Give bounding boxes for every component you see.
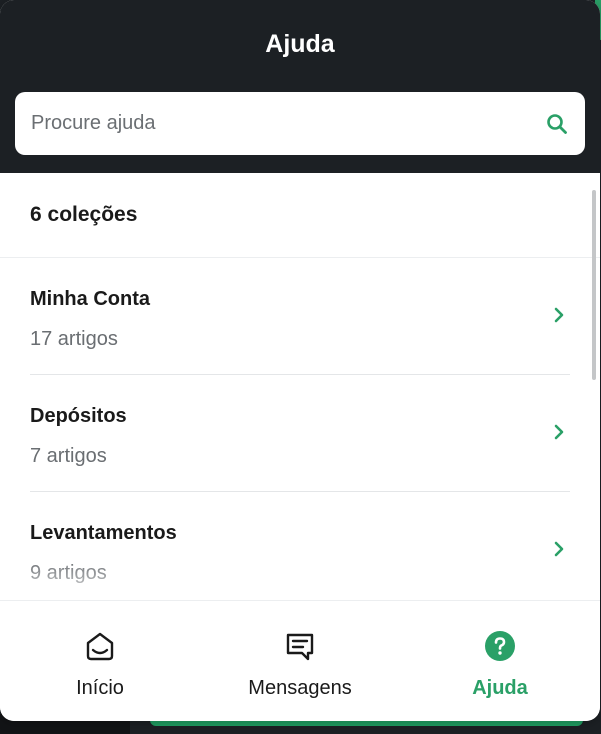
collection-item[interactable]: Depósitos 7 artigos xyxy=(30,375,570,492)
help-icon xyxy=(483,629,517,663)
home-icon xyxy=(83,629,117,663)
scrollbar[interactable] xyxy=(592,190,596,380)
chevron-right-icon xyxy=(552,423,566,441)
header: Ajuda xyxy=(0,0,600,173)
nav-item-home[interactable]: Início xyxy=(0,601,200,721)
collection-name: Levantamentos xyxy=(30,522,177,544)
search-icon[interactable] xyxy=(545,112,569,136)
collection-article-count: 7 artigos xyxy=(30,445,107,467)
search-input[interactable] xyxy=(31,112,545,135)
collection-name: Minha Conta xyxy=(30,288,150,310)
nav-item-help[interactable]: Ajuda xyxy=(400,601,600,721)
collection-item[interactable]: Minha Conta 17 artigos xyxy=(30,258,570,375)
collection-article-count: 9 artigos xyxy=(30,562,107,584)
collections-list: 6 coleções Minha Conta 17 artigos Depósi… xyxy=(0,173,600,600)
chevron-right-icon xyxy=(552,540,566,558)
chevron-right-icon xyxy=(552,306,566,324)
collection-name: Depósitos xyxy=(30,405,127,427)
help-widget: Ajuda 6 coleções Minha Conta 17 artigos … xyxy=(0,0,600,721)
nav-label: Mensagens xyxy=(248,677,352,699)
search-box[interactable] xyxy=(15,92,585,155)
collection-article-count: 17 artigos xyxy=(30,328,118,350)
messages-icon xyxy=(283,629,317,663)
collections-count: 6 coleções xyxy=(0,173,600,258)
nav-label: Ajuda xyxy=(472,677,528,699)
collection-item[interactable]: Levantamentos 9 artigos xyxy=(30,492,570,600)
bottom-nav: Início Mensagens Ajuda xyxy=(0,600,600,721)
nav-item-messages[interactable]: Mensagens xyxy=(200,601,400,721)
nav-label: Início xyxy=(76,677,124,699)
page-title: Ajuda xyxy=(265,30,335,58)
